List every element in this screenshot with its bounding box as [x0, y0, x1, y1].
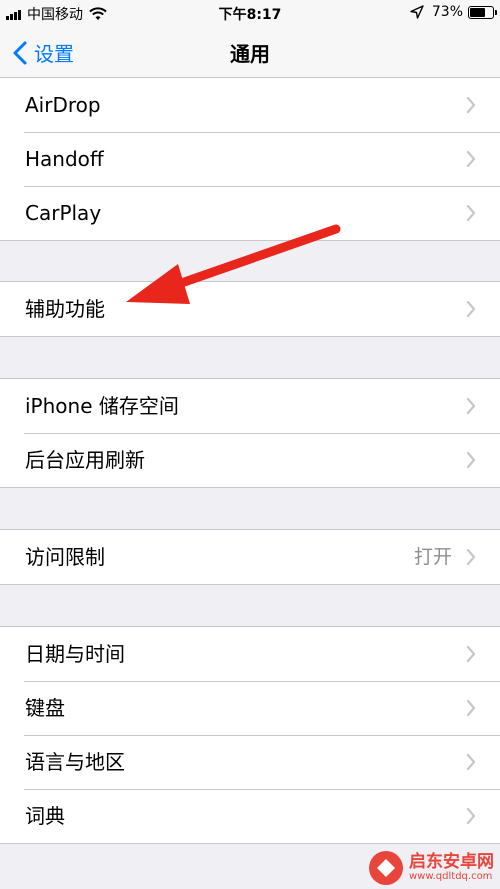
location-icon: [410, 5, 424, 19]
chevron-right-icon: [466, 96, 476, 114]
row-background-refresh[interactable]: 后台应用刷新: [0, 433, 500, 487]
settings-group-connectivity: AirDrop Handoff CarPlay: [0, 77, 500, 241]
settings-group-accessibility: 辅助功能: [0, 281, 500, 337]
row-keyboard[interactable]: 键盘: [0, 681, 500, 735]
watermark: 启东安卓网 www.qdltdq.com: [369, 851, 494, 885]
row-restrictions[interactable]: 访问限制 打开: [0, 530, 500, 584]
row-label: iPhone 储存空间: [25, 394, 179, 418]
chevron-right-icon: [466, 451, 476, 469]
row-label: 后台应用刷新: [25, 448, 145, 472]
row-iphone-storage[interactable]: iPhone 储存空间: [0, 379, 500, 433]
row-label: 词典: [25, 804, 65, 828]
navigation-bar: 设置 通用: [0, 26, 500, 79]
chevron-right-icon: [466, 397, 476, 415]
chevron-right-icon: [466, 699, 476, 717]
chevron-right-icon: [466, 645, 476, 663]
chevron-right-icon: [466, 548, 476, 566]
chevron-right-icon: [466, 150, 476, 168]
row-label: Handoff: [25, 147, 104, 171]
row-airdrop[interactable]: AirDrop: [0, 78, 500, 132]
battery-icon: [468, 5, 497, 19]
battery-percent: 73%: [431, 4, 463, 20]
watermark-url: www.qdltdq.com: [409, 871, 493, 882]
row-date-time[interactable]: 日期与时间: [0, 627, 500, 681]
row-language-region[interactable]: 语言与地区: [0, 735, 500, 789]
row-handoff[interactable]: Handoff: [0, 132, 500, 186]
row-label: CarPlay: [25, 201, 102, 225]
watermark-logo: [369, 851, 403, 885]
chevron-right-icon: [466, 204, 476, 222]
row-label: 键盘: [25, 696, 65, 720]
row-label: 访问限制: [25, 545, 105, 569]
row-label: 辅助功能: [25, 297, 105, 321]
watermark-name: 启东安卓网: [409, 852, 494, 872]
status-right: 73%: [410, 4, 497, 20]
row-dictionary[interactable]: 词典: [0, 789, 500, 843]
chevron-right-icon: [466, 753, 476, 771]
status-bar: 中国移动 下午8:17 73%: [0, 0, 500, 26]
row-label: AirDrop: [25, 93, 101, 117]
row-label: 日期与时间: [25, 642, 125, 666]
chevron-right-icon: [466, 807, 476, 825]
chevron-right-icon: [466, 300, 476, 318]
row-carplay[interactable]: CarPlay: [0, 186, 500, 240]
page-title: 通用: [230, 42, 270, 66]
row-detail-value: 打开: [413, 546, 452, 568]
row-accessibility[interactable]: 辅助功能: [0, 282, 500, 336]
row-label: 语言与地区: [25, 750, 125, 774]
settings-group-restrictions: 访问限制 打开: [0, 529, 500, 585]
settings-group-storage: iPhone 储存空间 后台应用刷新: [0, 378, 500, 488]
settings-group-locale: 日期与时间 键盘 语言与地区 词典: [0, 626, 500, 844]
